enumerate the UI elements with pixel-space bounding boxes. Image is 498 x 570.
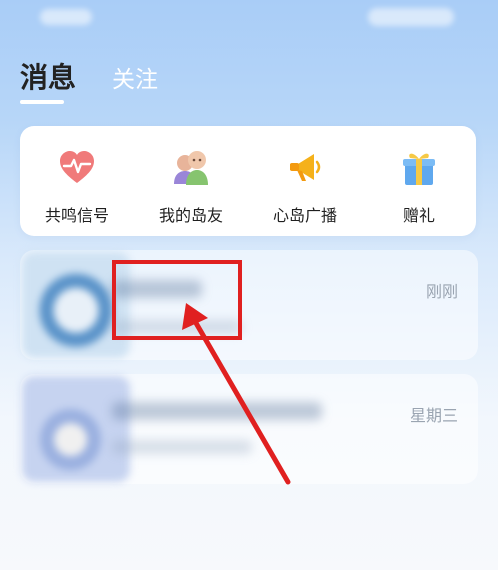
annotation-arrow bbox=[182, 303, 291, 485]
